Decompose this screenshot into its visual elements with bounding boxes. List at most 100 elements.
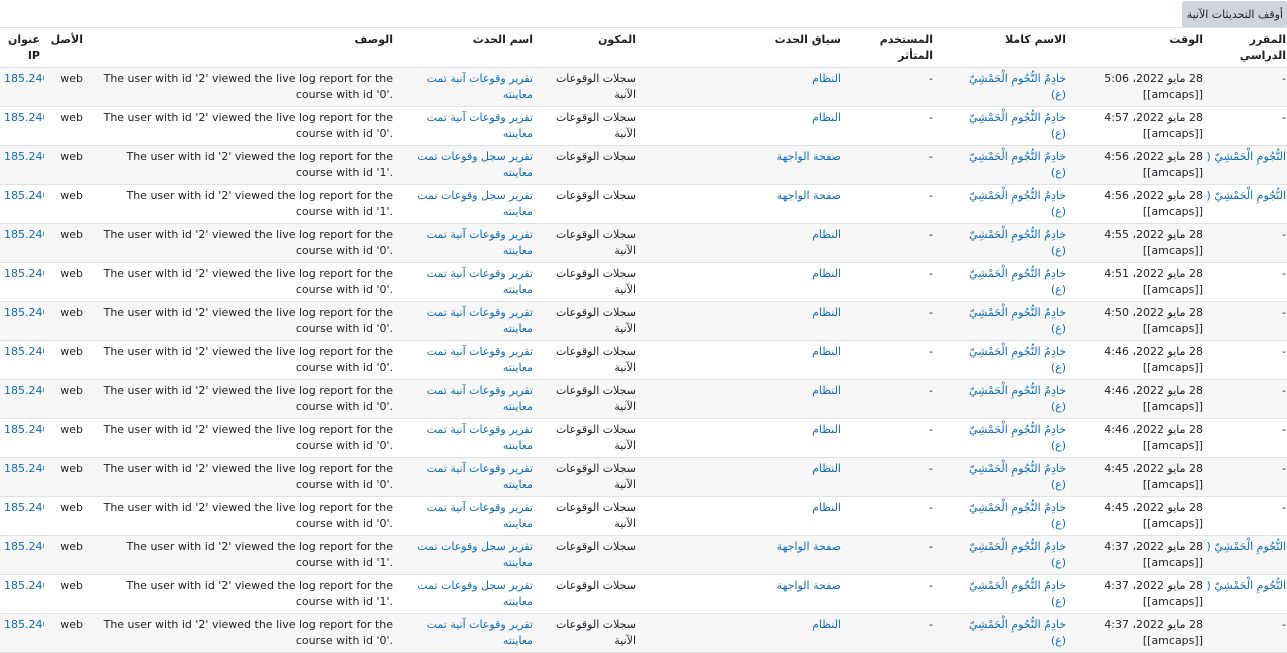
- event-context-link[interactable]: النظام: [812, 501, 841, 514]
- fullname-suffix-link[interactable]: (ع): [1051, 283, 1066, 296]
- fullname-suffix-link[interactable]: (ع): [1051, 634, 1066, 647]
- event-context-link[interactable]: النظام: [812, 462, 841, 475]
- course-link: -: [1282, 345, 1286, 358]
- event-context-link[interactable]: صفحة الواجهة: [777, 150, 841, 163]
- event-name-link[interactable]: تقرير وقوعات آنية تمت معاينته: [427, 384, 533, 413]
- event-name-link[interactable]: تقرير وقوعات آنية تمت معاينته: [427, 72, 533, 101]
- ip-link[interactable]: 185.240.19.117: [4, 423, 44, 436]
- fullname-link[interactable]: خادِمُ النُّجُومِ الْحَمْشِيّ: [969, 501, 1066, 514]
- ip-link[interactable]: 185.240.19.117: [4, 150, 44, 163]
- fullname-link[interactable]: خادِمُ النُّجُومِ الْحَمْشِيّ: [969, 267, 1066, 280]
- course-link[interactable]: النُّجُومِ الْحَمْشِيّ (ع): [1207, 189, 1286, 202]
- ip-link[interactable]: 185.240.19.117: [4, 384, 44, 397]
- event-name-link[interactable]: تقرير سجل وقوعات تمت معاينته: [417, 540, 533, 569]
- event-context-link[interactable]: النظام: [812, 228, 841, 241]
- ip-link[interactable]: 185.240.19.117: [4, 462, 44, 475]
- ip-link[interactable]: 185.240.19.117: [4, 306, 44, 319]
- ip-link[interactable]: 185.240.19.117: [4, 618, 44, 631]
- event-context-link[interactable]: صفحة الواجهة: [777, 189, 841, 202]
- fullname-suffix-link[interactable]: (ع): [1051, 166, 1066, 179]
- header-time[interactable]: الوقت: [1070, 28, 1207, 68]
- fullname-suffix-link[interactable]: (ع): [1051, 478, 1066, 491]
- time-user-tag: [[amcaps]]: [1142, 165, 1203, 179]
- fullname-suffix-link[interactable]: (ع): [1051, 361, 1066, 374]
- fullname-link[interactable]: خادِمُ النُّجُومِ الْحَمْشِيّ: [969, 306, 1066, 319]
- event-name-link[interactable]: تقرير وقوعات آنية تمت معاينته: [427, 267, 533, 296]
- cell-affected-user: -: [845, 613, 937, 653]
- ip-link[interactable]: 185.240.19.117: [4, 579, 44, 592]
- fullname-link[interactable]: خادِمُ النُّجُومِ الْحَمْشِيّ: [969, 384, 1066, 397]
- cell-description: The user with id '2' viewed the live log…: [87, 340, 397, 380]
- event-context-link[interactable]: النظام: [812, 618, 841, 631]
- fullname-link[interactable]: خادِمُ النُّجُومِ الْحَمْشِيّ: [969, 618, 1066, 631]
- ip-link[interactable]: 185.240.19.117: [4, 228, 44, 241]
- fullname-suffix-link[interactable]: (ع): [1051, 595, 1066, 608]
- fullname-link[interactable]: خادِمُ النُّجُومِ الْحَمْشِيّ: [969, 540, 1066, 553]
- fullname-suffix-link[interactable]: (ع): [1051, 88, 1066, 101]
- event-context-link[interactable]: النظام: [812, 267, 841, 280]
- header-course[interactable]: المقرر الدراسي: [1207, 28, 1287, 68]
- component-text-line2: الآنية: [614, 360, 636, 374]
- event-context-link[interactable]: النظام: [812, 384, 841, 397]
- fullname-suffix-link[interactable]: (ع): [1051, 439, 1066, 452]
- event-name-link[interactable]: تقرير سجل وقوعات تمت معاينته: [417, 579, 533, 608]
- ip-link[interactable]: 185.240.19.117: [4, 189, 44, 202]
- fullname-link[interactable]: خادِمُ النُّجُومِ الْحَمْشِيّ: [969, 579, 1066, 592]
- event-name-link[interactable]: تقرير وقوعات آنية تمت معاينته: [427, 111, 533, 140]
- event-name-link[interactable]: تقرير وقوعات آنية تمت معاينته: [427, 423, 533, 452]
- fullname-suffix-link[interactable]: (ع): [1051, 517, 1066, 530]
- cell-event-context: صفحة الواجهة: [640, 184, 845, 224]
- event-name-link[interactable]: تقرير وقوعات آنية تمت معاينته: [427, 345, 533, 374]
- cell-component: سجلات الوقوعات: [537, 145, 640, 185]
- fullname-suffix-link[interactable]: (ع): [1051, 127, 1066, 140]
- fullname-link[interactable]: خادِمُ النُّجُومِ الْحَمْشِيّ: [969, 72, 1066, 85]
- header-fullname[interactable]: الاسم كاملا: [937, 28, 1070, 68]
- ip-link[interactable]: 185.240.19.117: [4, 267, 44, 280]
- ip-link[interactable]: 185.240.19.117: [4, 345, 44, 358]
- description-text: The user with id '2' viewed the live log…: [103, 72, 393, 101]
- ip-link[interactable]: 185.240.19.117: [4, 72, 44, 85]
- event-context-link[interactable]: النظام: [812, 306, 841, 319]
- ip-link[interactable]: 185.240.19.117: [4, 111, 44, 124]
- fullname-suffix-link[interactable]: (ع): [1051, 400, 1066, 413]
- cell-component: سجلات الوقوعات الآنية: [537, 106, 640, 146]
- fullname-link[interactable]: خادِمُ النُّجُومِ الْحَمْشِيّ: [969, 111, 1066, 124]
- table-row: - 28 مايو 2022، 4:57 [[amcaps]] خادِمُ النُ…: [0, 106, 1287, 146]
- fullname-suffix-link[interactable]: (ع): [1051, 205, 1066, 218]
- event-context-link[interactable]: النظام: [812, 72, 841, 85]
- course-link[interactable]: النُّجُومِ الْحَمْشِيّ (ع): [1207, 579, 1286, 592]
- fullname-link[interactable]: خادِمُ النُّجُومِ الْحَمْشِيّ: [969, 423, 1066, 436]
- ip-link[interactable]: 185.240.19.117: [4, 501, 44, 514]
- event-name-link[interactable]: تقرير سجل وقوعات تمت معاينته: [417, 150, 533, 179]
- course-link[interactable]: النُّجُومِ الْحَمْشِيّ (ع): [1207, 150, 1286, 163]
- fullname-suffix-link[interactable]: (ع): [1051, 556, 1066, 569]
- cell-ip: 185.240.19.117: [0, 223, 44, 263]
- fullname-link[interactable]: خادِمُ النُّجُومِ الْحَمْشِيّ: [969, 189, 1066, 202]
- event-name-link[interactable]: تقرير وقوعات آنية تمت معاينته: [427, 501, 533, 530]
- event-context-link[interactable]: صفحة الواجهة: [777, 579, 841, 592]
- time-user-tag: [[amcaps]]: [1142, 399, 1203, 413]
- component-text: سجلات الوقوعات: [555, 189, 636, 202]
- description-text: The user with id '2' viewed the live log…: [103, 306, 393, 335]
- event-name-link[interactable]: تقرير وقوعات آنية تمت معاينته: [427, 228, 533, 257]
- fullname-link[interactable]: خادِمُ النُّجُومِ الْحَمْشِيّ: [969, 345, 1066, 358]
- event-name-link[interactable]: تقرير سجل وقوعات تمت معاينته: [417, 189, 533, 218]
- fullname-link[interactable]: خادِمُ النُّجُومِ الْحَمْشِيّ: [969, 462, 1066, 475]
- event-name-link[interactable]: تقرير وقوعات آنية تمت معاينته: [427, 618, 533, 647]
- event-context-link[interactable]: صفحة الواجهة: [777, 540, 841, 553]
- event-context-link[interactable]: النظام: [812, 345, 841, 358]
- ip-link[interactable]: 185.240.19.117: [4, 540, 44, 553]
- fullname-link[interactable]: خادِمُ النُّجُومِ الْحَمْشِيّ: [969, 150, 1066, 163]
- fullname-suffix-link[interactable]: (ع): [1051, 244, 1066, 257]
- cell-component: سجلات الوقوعات الآنية: [537, 262, 640, 302]
- fullname-suffix-link[interactable]: (ع): [1051, 322, 1066, 335]
- course-link: -: [1282, 423, 1286, 436]
- pause-live-updates-button[interactable]: أوقف التحديثات الآنية: [1182, 1, 1287, 27]
- event-name-link[interactable]: تقرير وقوعات آنية تمت معاينته: [427, 306, 533, 335]
- fullname-link[interactable]: خادِمُ النُّجُومِ الْحَمْشِيّ: [969, 228, 1066, 241]
- cell-description: The user with id '2' viewed the live log…: [87, 301, 397, 341]
- course-link[interactable]: النُّجُومِ الْحَمْشِيّ (ع): [1207, 540, 1286, 553]
- event-name-link[interactable]: تقرير وقوعات آنية تمت معاينته: [427, 462, 533, 491]
- event-context-link[interactable]: النظام: [812, 423, 841, 436]
- event-context-link[interactable]: النظام: [812, 111, 841, 124]
